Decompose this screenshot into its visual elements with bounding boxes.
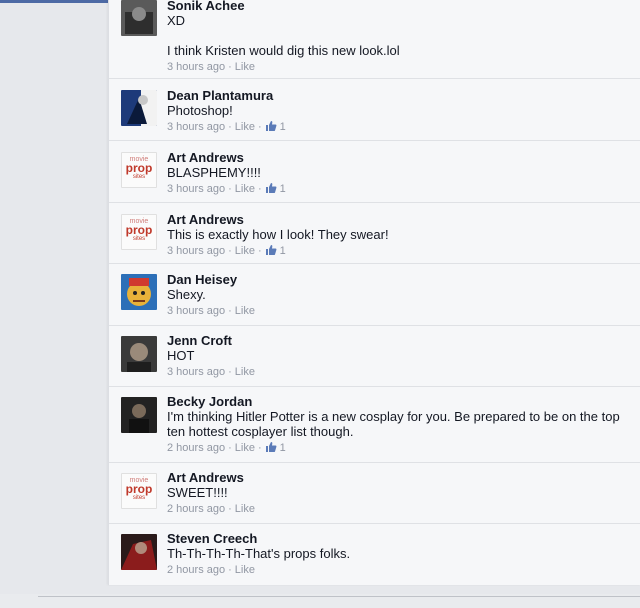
like-count-number: 1 bbox=[279, 183, 286, 195]
comment-time[interactable]: 3 hours ago bbox=[167, 245, 225, 257]
like-link[interactable]: Like bbox=[235, 366, 255, 378]
comment-text: Shexy. bbox=[167, 287, 206, 302]
comment-meta: 2 hours ago · Like bbox=[167, 564, 255, 576]
comment-item: Dan Heisey Shexy. 3 hours ago · Like bbox=[109, 263, 640, 326]
avatar[interactable] bbox=[121, 90, 157, 126]
comment-item: movie prop sites Art Andrews BLASPHEMY!!… bbox=[109, 140, 640, 203]
comment-meta: 3 hours ago · Like · 1 bbox=[167, 183, 286, 195]
comment-meta: 2 hours ago · Like · 1 bbox=[167, 442, 286, 454]
avatar[interactable] bbox=[121, 534, 157, 570]
like-link[interactable]: Like bbox=[235, 503, 255, 515]
like-count-number: 1 bbox=[279, 121, 286, 133]
like-link[interactable]: Like bbox=[235, 442, 255, 454]
comment-item: Becky Jordan I'm thinking Hitler Potter … bbox=[109, 386, 640, 463]
comment-author[interactable]: Sonik Achee bbox=[167, 0, 635, 13]
comment-item: Dean Plantamura Photoshop! 3 hours ago · L… bbox=[109, 78, 640, 141]
like-link[interactable]: Like bbox=[235, 305, 255, 317]
comment-text: This is exactly how I look! They swear! bbox=[167, 227, 389, 242]
thumbs-up-icon bbox=[265, 245, 277, 255]
comment-time[interactable]: 3 hours ago bbox=[167, 121, 225, 133]
comment-time[interactable]: 3 hours ago bbox=[167, 305, 225, 317]
comment-text: I'm thinking Hitler Potter is a new cosp… bbox=[167, 409, 620, 439]
bottom-divider bbox=[38, 596, 640, 597]
thumbs-up-icon bbox=[265, 442, 277, 452]
movie-prop-sites-logo: movie prop sites bbox=[121, 214, 157, 250]
comment-text: SWEET!!!! bbox=[167, 485, 228, 500]
comment-item: Steven Creech Th-Th-Th-Th-That's props f… bbox=[109, 523, 640, 585]
comment-time[interactable]: 2 hours ago bbox=[167, 442, 225, 454]
like-link[interactable]: Like bbox=[235, 121, 255, 133]
avatar[interactable]: movie prop sites bbox=[121, 473, 157, 509]
comment-time[interactable]: 3 hours ago bbox=[167, 366, 225, 378]
movie-prop-sites-logo: movie prop sites bbox=[121, 152, 157, 188]
like-count-number: 1 bbox=[279, 245, 286, 257]
avatar[interactable] bbox=[121, 336, 157, 372]
movie-prop-sites-logo: movie prop sites bbox=[121, 473, 157, 509]
comment-meta: 3 hours ago · Like bbox=[167, 366, 255, 378]
comment-item: Jenn Croft HOT 3 hours ago · Like bbox=[109, 325, 640, 387]
thumbs-up-icon bbox=[265, 121, 277, 131]
like-link[interactable]: Like bbox=[235, 564, 255, 576]
comment-author[interactable]: Dean Plantamura bbox=[167, 88, 635, 103]
comment-meta: 3 hours ago · Like · 1 bbox=[167, 245, 286, 257]
comment-meta: 3 hours ago · Like bbox=[167, 305, 255, 317]
avatar[interactable]: movie prop sites bbox=[121, 152, 157, 188]
avatar[interactable]: movie prop sites bbox=[121, 214, 157, 250]
comments-panel: Sonik Achee XD I think Kristen would dig… bbox=[108, 0, 640, 585]
comment-author[interactable]: Art Andrews bbox=[167, 150, 635, 165]
like-count[interactable]: 1 bbox=[265, 121, 286, 133]
comment-meta: 2 hours ago · Like bbox=[167, 503, 255, 515]
avatar[interactable] bbox=[121, 397, 157, 433]
comment-text: Photoshop! bbox=[167, 103, 233, 118]
comment-meta: 3 hours ago · Like · 1 bbox=[167, 121, 286, 133]
comment-author[interactable]: Steven Creech bbox=[167, 531, 635, 546]
comment-author[interactable]: Dan Heisey bbox=[167, 272, 635, 287]
like-link[interactable]: Like bbox=[235, 183, 255, 195]
comment-text: Th-Th-Th-Th-That's props folks. bbox=[167, 546, 351, 561]
comment-meta: 3 hours ago · Like bbox=[167, 61, 255, 73]
comment-time[interactable]: 2 hours ago bbox=[167, 503, 225, 515]
avatar[interactable] bbox=[121, 274, 157, 310]
comment-time[interactable]: 3 hours ago bbox=[167, 61, 225, 73]
like-link[interactable]: Like bbox=[235, 245, 255, 257]
comment-text: BLASPHEMY!!!! bbox=[167, 165, 261, 180]
comment-author[interactable]: Art Andrews bbox=[167, 212, 635, 227]
like-link[interactable]: Like bbox=[235, 61, 255, 73]
comment-author[interactable]: Art Andrews bbox=[167, 470, 635, 485]
like-count[interactable]: 1 bbox=[265, 442, 286, 454]
comment-text: XD I think Kristen would dig this new lo… bbox=[167, 13, 400, 58]
comment-text: HOT bbox=[167, 348, 195, 363]
comment-time[interactable]: 2 hours ago bbox=[167, 564, 225, 576]
comment-time[interactable]: 3 hours ago bbox=[167, 183, 225, 195]
avatar[interactable] bbox=[121, 0, 157, 36]
comment-item: movie prop sites Art Andrews SWEET!!!! 2… bbox=[109, 462, 640, 524]
comment-item: Sonik Achee XD I think Kristen would dig… bbox=[109, 0, 640, 79]
comment-author[interactable]: Becky Jordan bbox=[167, 394, 635, 409]
comment-item: movie prop sites Art Andrews This is exa… bbox=[109, 202, 640, 264]
like-count[interactable]: 1 bbox=[265, 245, 286, 257]
like-count[interactable]: 1 bbox=[265, 183, 286, 195]
like-count-number: 1 bbox=[279, 442, 286, 454]
comment-author[interactable]: Jenn Croft bbox=[167, 333, 635, 348]
thumbs-up-icon bbox=[265, 183, 277, 193]
